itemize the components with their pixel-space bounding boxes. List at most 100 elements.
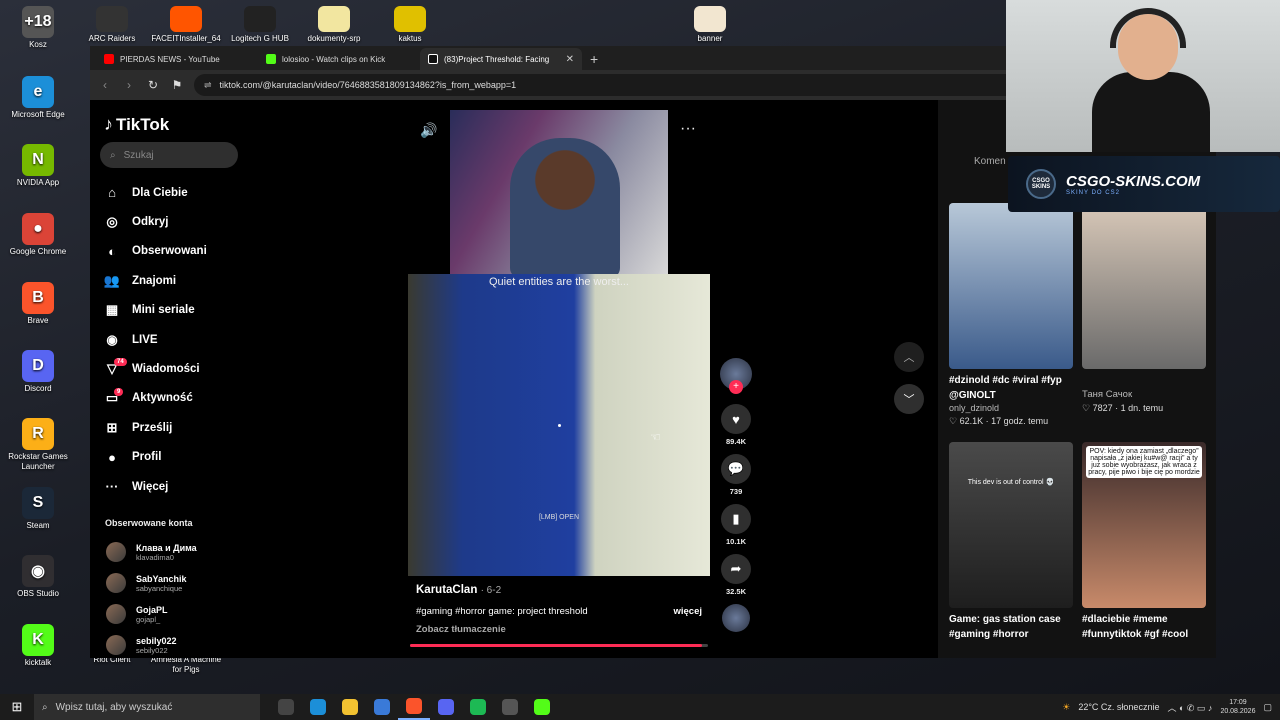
recommended-video[interactable]: This dev is out of control 💀 Game: gas st…	[949, 442, 1073, 642]
sidebar-item[interactable]: ● Profil	[104, 443, 254, 472]
desktop-icon-amnesia[interactable]: Amnesia A Machine for Pigs	[148, 655, 224, 675]
sidebar-item[interactable]: ◉ LIVE	[104, 325, 254, 354]
weather-text[interactable]: 22°C Cz. słonecznie	[1078, 702, 1159, 712]
taskbar-search[interactable]: ⌕ Wpisz tutaj, aby wyszukać	[34, 694, 260, 720]
bookmark-save-icon[interactable]: ▮	[721, 504, 751, 534]
tab-youtube[interactable]: PIERDAS NEWS - YouTube	[96, 48, 258, 70]
clock[interactable]: 17:09 20.08.2026	[1220, 698, 1255, 716]
video-description: #gaming #horror game: project threshold	[416, 606, 588, 617]
taskbar: ⊞ ⌕ Wpisz tutaj, aby wyszukać ☀ 22°C Cz.…	[0, 694, 1280, 720]
followed-account[interactable]: GojaPL gojapl_	[106, 604, 168, 624]
back-icon[interactable]: ‹	[98, 78, 112, 92]
tab-kick[interactable]: lolosioo - Watch clips on Kick	[258, 48, 420, 70]
more-link[interactable]: więcej	[673, 606, 702, 617]
desktop-icon[interactable]: D Discord	[0, 350, 76, 394]
recommended-video[interactable]: POV: kiedy ona zamiast „dlaczego” napisa…	[1082, 442, 1206, 642]
taskbar-task-view-icon[interactable]	[270, 694, 302, 720]
desktop-icon[interactable]: Logitech G HUB	[222, 6, 298, 44]
next-video-button[interactable]: ﹀	[894, 384, 924, 414]
desktop-icon[interactable]: ◉ OBS Studio	[0, 555, 76, 599]
like-icon[interactable]: ♥	[721, 404, 751, 434]
previous-video-button[interactable]: ︿	[894, 342, 924, 372]
comment-count: 739	[729, 487, 743, 496]
desktop-icon[interactable]: B Brave	[0, 282, 76, 326]
video-meta: ♡ 62.1K · 17 godz. temu	[949, 416, 1049, 426]
follow-plus-icon[interactable]: +	[729, 380, 743, 394]
webcam-overlay	[1006, 0, 1280, 152]
sidebar-item[interactable]: ◎ Odkryj	[104, 207, 254, 236]
taskbar-obs-icon[interactable]	[494, 694, 526, 720]
close-tab-icon[interactable]: ✕	[566, 54, 574, 65]
video-author[interactable]: KarutaClan · 6-2	[416, 584, 702, 596]
music-disc-icon[interactable]	[722, 604, 750, 632]
taskbar-spotify-icon[interactable]	[462, 694, 494, 720]
site-info-icon[interactable]: ⇌	[204, 80, 212, 91]
bookmark-icon[interactable]: ⚑	[170, 78, 184, 92]
forward-icon[interactable]: ›	[122, 78, 136, 92]
sidebar-item[interactable]: ▦ Mini seriale	[104, 296, 254, 325]
notifications-icon[interactable]: ▢	[1263, 702, 1272, 713]
taskbar-brave-icon[interactable]	[398, 694, 430, 720]
translate-link[interactable]: Zobacz tłumaczenie	[416, 624, 702, 635]
tiktok-logo[interactable]: ♪ TikTok	[104, 114, 169, 135]
video-progress[interactable]	[410, 644, 708, 647]
tab-tiktok[interactable]: (83)Project Threshold: Facing ✕	[420, 48, 582, 70]
windows-start-icon[interactable]: ⊞	[0, 699, 34, 715]
desktop-icon[interactable]: ARC Raiders	[74, 6, 150, 44]
desktop-icon[interactable]: banner	[672, 6, 748, 44]
game-footage: Quiet entities are the worst... [LMB] OP…	[408, 274, 710, 576]
sidebar-item[interactable]: ▭ Aktywność 9	[104, 384, 254, 413]
taskbar-edge-icon[interactable]	[302, 694, 334, 720]
sponsor-logo: CSGO SKINS	[1026, 169, 1056, 199]
desktop-icon[interactable]: kaktus	[372, 6, 448, 44]
upload-icon: ⊞	[106, 419, 118, 435]
sidebar-item[interactable]: ▽ Wiadomości 74	[104, 354, 254, 383]
tiktok-note-icon: ♪	[104, 114, 113, 134]
video-caption: Quiet entities are the worst...	[488, 276, 629, 288]
weather-icon[interactable]: ☀	[1062, 702, 1070, 713]
tray-icons[interactable]: ︿ ◐ ✆ ▭ ♪	[1167, 701, 1212, 714]
taskbar-mail-icon[interactable]	[366, 694, 398, 720]
taskbar-explorer-icon[interactable]	[334, 694, 366, 720]
sidebar-item[interactable]: ··· Więcej	[104, 472, 254, 501]
sidebar-item[interactable]: ⊞ Prześlij	[104, 413, 254, 442]
sidebar-item[interactable]: 👥 Znajomi	[104, 266, 254, 295]
sponsor-name: CSGO-SKINS.COM	[1066, 172, 1201, 190]
recommended-video[interactable]: #dzinold #dc #viral #fyp @GINOLT only_dzi…	[949, 203, 1073, 427]
desktop-icon[interactable]: ● Google Chrome	[0, 213, 76, 257]
share-icon[interactable]: ➦	[721, 554, 751, 584]
video-meta: ♡ 7827 · 1 dn. temu	[1082, 403, 1164, 413]
desktop-icon[interactable]: R Rockstar Games Launcher	[0, 418, 76, 472]
reload-icon[interactable]: ↻	[146, 78, 160, 92]
recommended-video[interactable]: Таня Сачок ♡ 7827 · 1 dn. temu	[1082, 203, 1206, 414]
desktop-icon[interactable]: e Microsoft Edge	[0, 76, 76, 120]
desktop-icon[interactable]: FACEITInstaller_64	[148, 6, 224, 44]
desktop-icon[interactable]: +18 Kosz	[0, 6, 76, 50]
app-icon	[694, 6, 726, 32]
video-info: KarutaClan · 6-2 #gaming #horror game: p…	[416, 584, 702, 635]
comment-icon[interactable]: 💬	[721, 454, 751, 484]
tab-comments[interactable]: Komen	[974, 156, 1006, 167]
followed-account[interactable]: Клава и Дима klavadima0	[106, 542, 197, 562]
search-input[interactable]: ⌕ Szukaj	[100, 142, 238, 168]
followed-account[interactable]: sebily022 sebily022	[106, 635, 177, 655]
taskbar-kick-icon[interactable]	[526, 694, 558, 720]
more-icon: ···	[105, 479, 119, 495]
live-icon: ◉	[106, 331, 118, 347]
sidebar-item[interactable]: ◐ Obserwowani	[104, 237, 254, 266]
sidebar-item[interactable]: ⌂ Dla Ciebie	[104, 178, 254, 207]
desktop-icon[interactable]: N NVIDIA App	[0, 144, 76, 188]
creator-avatar[interactable]: +	[720, 358, 752, 394]
taskbar-discord-icon[interactable]	[430, 694, 462, 720]
desktop-icon[interactable]: dokumenty-srp	[296, 6, 372, 44]
desktop-icon[interactable]: Kkicktalk	[0, 624, 76, 668]
desktop-icon[interactable]: S Steam	[0, 487, 76, 531]
notification-badge: 9	[114, 387, 124, 396]
following-icon: ◐	[108, 243, 116, 259]
avatar	[106, 542, 126, 562]
video-user: only_dzinold	[949, 403, 1000, 413]
followed-account[interactable]: SabYanchik sabyanchique	[106, 573, 187, 593]
app-icon	[394, 6, 426, 32]
new-tab-button[interactable]: +	[582, 51, 606, 70]
video-player[interactable]: Quiet entities are the worst... [LMB] OP…	[408, 110, 710, 578]
